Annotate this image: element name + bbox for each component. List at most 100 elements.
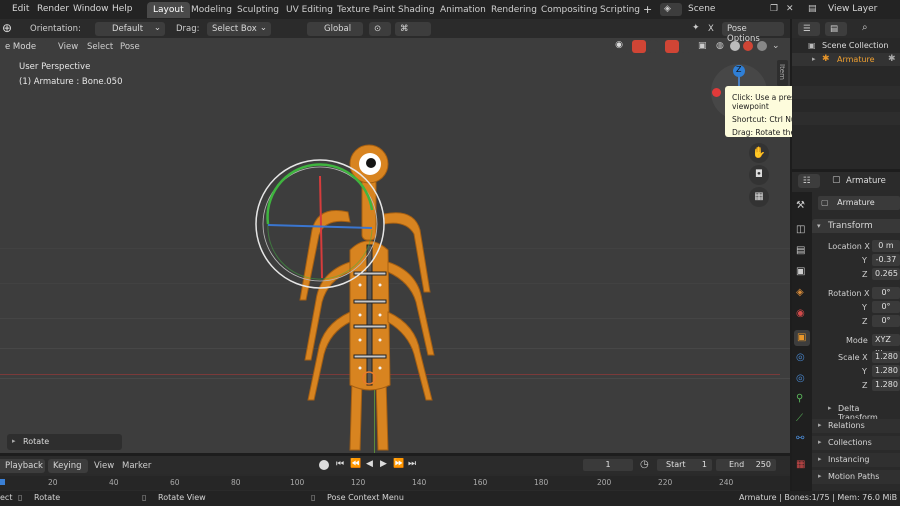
visibility-icon[interactable]: ◉ xyxy=(609,40,629,53)
tool-tab-icon[interactable]: ⚒ xyxy=(796,200,805,211)
overlay-icon[interactable] xyxy=(665,40,679,53)
rotation-x-field[interactable]: 0° xyxy=(872,287,900,299)
material-shading-icon[interactable] xyxy=(743,41,753,51)
record-button[interactable] xyxy=(319,460,329,470)
xray-icon[interactable]: ▣ xyxy=(698,41,707,51)
constraints-tab-icon[interactable]: ⚲ xyxy=(796,393,803,404)
add-workspace-button[interactable]: + xyxy=(643,3,652,16)
chevron-down-icon[interactable] xyxy=(648,40,658,53)
menu-select[interactable]: Select xyxy=(87,42,113,52)
menu-view[interactable]: View xyxy=(58,42,78,52)
chevron-down-icon[interactable] xyxy=(681,40,691,53)
bone-constraint-tab-icon[interactable]: ⚯ xyxy=(796,433,804,444)
menu-pose[interactable]: Pose xyxy=(120,42,140,52)
marker-menu[interactable]: Marker xyxy=(122,461,151,471)
properties-editor-dropdown[interactable]: ☷ xyxy=(798,174,820,188)
close-icon[interactable]: ✕ xyxy=(786,4,794,14)
sidebar-tab-item[interactable]: Item xyxy=(777,60,788,86)
view-layer-tab-icon[interactable]: ▣ xyxy=(796,266,805,277)
tab-modeling[interactable]: Modeling xyxy=(185,2,238,18)
jump-end-icon[interactable]: ⏭ xyxy=(408,459,416,469)
menu-render[interactable]: Render xyxy=(37,4,69,14)
clock-icon[interactable]: ◷ xyxy=(640,459,649,470)
bone-tab-icon[interactable]: ⟋ xyxy=(796,413,803,424)
rotation-y-field[interactable]: 0° xyxy=(872,301,900,313)
pan-hand-icon[interactable]: ✋ xyxy=(749,143,769,163)
armature-character[interactable] xyxy=(250,140,450,455)
location-z-field[interactable]: 0.265 xyxy=(872,268,900,280)
scale-x-field[interactable]: 1.280 xyxy=(872,351,900,363)
instancing-section[interactable]: ▸ Instancing xyxy=(812,453,900,467)
chevron-right-icon[interactable]: ▸ xyxy=(812,55,816,63)
modifier-tab-icon[interactable]: ◎ xyxy=(796,352,805,363)
motion-paths-section[interactable]: ▸ Motion Paths xyxy=(812,470,900,484)
outliner-row-armature[interactable]: ▸ ✱ Armature ✱ xyxy=(792,53,900,66)
texture-tab-icon[interactable]: ▦ xyxy=(796,459,805,470)
scale-y-field[interactable]: 1.280 xyxy=(872,365,900,377)
jump-start-icon[interactable]: ⏮ xyxy=(336,459,344,469)
object-tab-button[interactable]: ▣ xyxy=(794,330,810,346)
menu-edit[interactable]: Edit xyxy=(12,4,29,14)
gizmo-x-handle[interactable] xyxy=(712,88,721,97)
playback-menu[interactable]: Playback xyxy=(0,459,45,473)
tab-sculpting[interactable]: Sculpting xyxy=(231,2,285,18)
search-icon[interactable]: ⌕ xyxy=(862,22,868,33)
start-frame-field[interactable]: Start 1 xyxy=(657,459,712,471)
output-tab-icon[interactable]: ▤ xyxy=(796,245,805,256)
solid-shading-icon[interactable] xyxy=(730,41,740,51)
orientation-dropdown[interactable]: Default ⌄ xyxy=(95,22,165,36)
location-x-field[interactable]: 0 m xyxy=(872,240,900,252)
scene-collection-label[interactable]: Scene Collection xyxy=(822,41,889,50)
editor-type-dropdown[interactable]: ☰ xyxy=(798,22,820,36)
rendered-shading-icon[interactable] xyxy=(757,41,767,51)
mode-dropdown[interactable]: e Mode xyxy=(0,40,48,54)
snap-dropdown[interactable]: ⌘ xyxy=(395,22,431,36)
copy-icon[interactable]: ❐ xyxy=(770,4,778,14)
jump-keyframe-forward-icon[interactable]: ⏩ xyxy=(393,459,404,469)
mirror-x-toggle[interactable]: X xyxy=(708,24,714,34)
wireframe-shading-icon[interactable]: ◍ xyxy=(716,41,724,51)
render-tab-icon[interactable]: ◫ xyxy=(796,224,805,235)
keying-menu[interactable]: Keying xyxy=(48,459,88,473)
menu-window[interactable]: Window xyxy=(73,4,109,14)
relations-section[interactable]: ▸ Relations xyxy=(812,419,900,433)
delta-transform-section[interactable]: ▸ Delta Transform xyxy=(818,402,900,422)
tab-animation[interactable]: Animation xyxy=(434,2,492,18)
scene-browse-button[interactable]: ◈ xyxy=(660,3,682,16)
tab-layout[interactable]: Layout xyxy=(147,2,190,18)
grid-perspective-icon[interactable]: ▦ xyxy=(749,187,769,207)
physics-tab-icon[interactable]: ◎ xyxy=(796,373,805,384)
gizmo-z-handle[interactable]: Z xyxy=(733,65,745,77)
menu-help[interactable]: Help xyxy=(112,4,133,14)
world-tab-icon[interactable]: ◉ xyxy=(796,308,805,319)
last-operator-panel[interactable]: ▸ Rotate xyxy=(7,434,122,450)
timeline-view-menu[interactable]: View xyxy=(94,461,114,471)
gizmo-toggle-icon[interactable]: ✦ xyxy=(692,23,700,33)
collections-section[interactable]: ▸ Collections xyxy=(812,436,900,450)
tab-texture-paint[interactable]: Texture Paint xyxy=(331,2,401,18)
pose-options-dropdown[interactable]: Pose Options xyxy=(722,22,784,44)
location-y-field[interactable]: -0.37 xyxy=(872,254,900,266)
play-reverse-icon[interactable]: ◀ xyxy=(366,459,373,469)
tab-scripting[interactable]: Scripting xyxy=(594,2,646,18)
rotation-z-field[interactable]: 0° xyxy=(872,315,900,327)
data-name-field[interactable]: ▢ Armature xyxy=(818,196,900,210)
scale-z-field[interactable]: 1.280 xyxy=(872,379,900,391)
scene-tab-icon[interactable]: ◈ xyxy=(796,287,804,298)
play-icon[interactable]: ▶ xyxy=(380,459,387,469)
transform-section-header[interactable]: ▾ Transform xyxy=(812,219,900,233)
scene-name[interactable]: Scene xyxy=(688,4,715,14)
camera-icon[interactable]: ◘ xyxy=(749,165,769,185)
transform-pivot-icon[interactable]: ⊕ xyxy=(2,21,12,35)
rotation-mode-dropdown[interactable]: XYZ ... xyxy=(872,334,900,353)
chevron-down-icon[interactable]: ⌄ xyxy=(772,41,780,51)
pivot-point-dropdown[interactable]: ⊙ xyxy=(369,22,391,36)
transform-orientation-dropdown[interactable]: Global xyxy=(307,22,363,36)
end-frame-field[interactable]: End 250 xyxy=(716,459,776,471)
current-frame-field[interactable]: 1 xyxy=(583,459,633,471)
gizmo-icon[interactable] xyxy=(632,40,646,53)
display-mode-dropdown[interactable]: ▤ xyxy=(825,22,847,36)
view-layer-name[interactable]: View Layer xyxy=(828,4,877,14)
jump-keyframe-back-icon[interactable]: ⏪ xyxy=(350,459,361,469)
drag-dropdown[interactable]: Select Box ⌄ xyxy=(207,22,271,36)
